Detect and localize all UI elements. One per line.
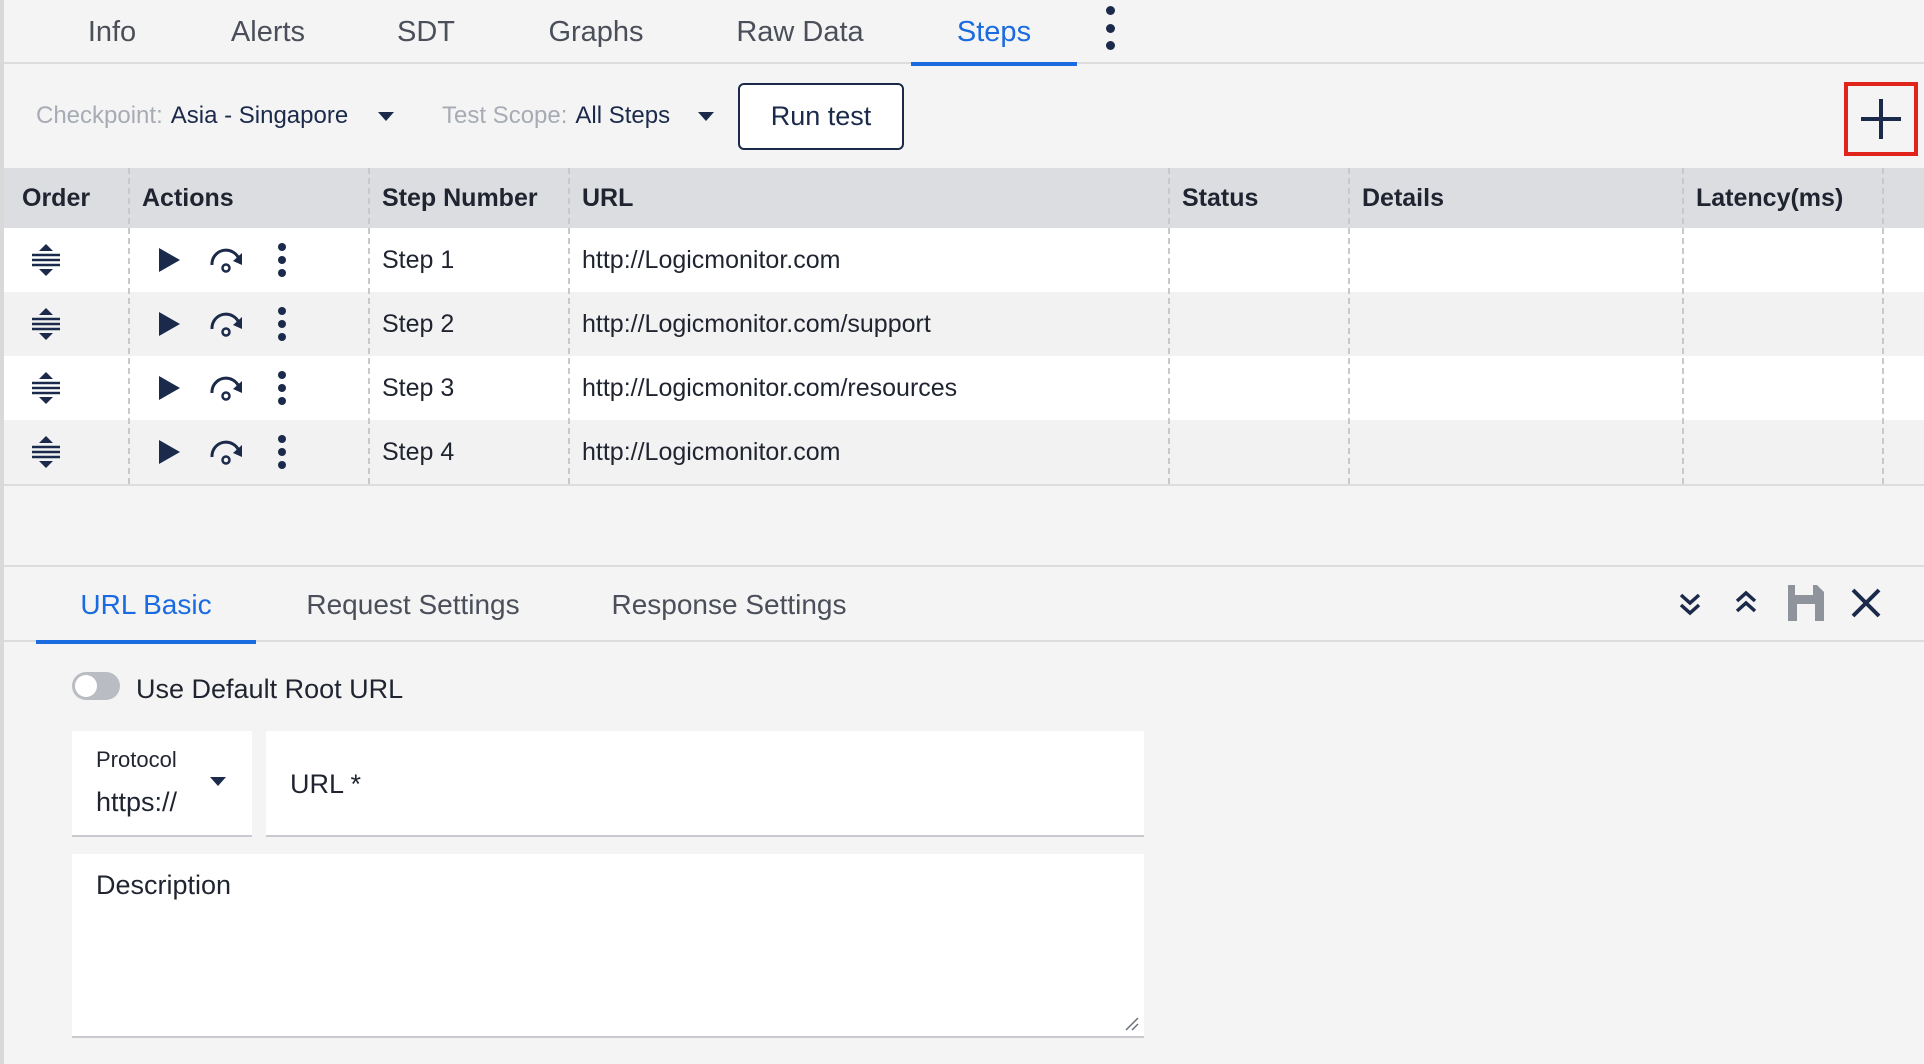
protocol-value: https:// [96,787,178,817]
checkpoint-label: Checkpoint: [36,102,163,129]
reorder-icon[interactable] [28,434,64,470]
more-vertical-icon[interactable] [277,371,287,405]
redo-icon[interactable] [208,435,244,469]
chevron-down-icon [210,777,226,786]
tab-raw-data[interactable]: Raw Data [720,0,880,64]
play-icon[interactable] [156,310,182,338]
tab-response-settings[interactable]: Response Settings [584,567,874,642]
play-icon[interactable] [156,438,182,466]
row-selection-indicator [0,296,4,352]
tab-url-basic[interactable]: URL Basic [36,567,256,644]
resize-handle-icon[interactable] [1124,1016,1140,1032]
redo-icon[interactable] [208,371,244,405]
column-divider [128,168,130,484]
tab-request-settings[interactable]: Request Settings [286,567,540,642]
column-header-order[interactable]: Order [22,168,90,228]
chevron-down-icon [698,111,715,121]
url-placeholder: URL * [290,769,362,799]
url-cell: http://Logicmonitor.com/support [582,309,931,338]
add-step-button[interactable] [1844,82,1918,156]
expand-all-icon[interactable] [1677,591,1703,619]
step-number-cell: Step 3 [382,373,455,402]
table-row[interactable]: Step 3 http://Logicmonitor.com/resources [4,356,1924,420]
table-bottom-border [4,484,1924,486]
use-default-root-url-toggle[interactable] [72,672,120,700]
more-tabs-icon[interactable] [1098,6,1122,50]
redo-icon[interactable] [208,243,244,277]
column-divider [1348,168,1350,484]
column-header-status[interactable]: Status [1182,168,1258,228]
url-cell: http://Logicmonitor.com/resources [582,373,958,402]
tab-graphs[interactable]: Graphs [531,0,661,64]
checkpoint-value: Asia - Singapore [170,102,349,129]
column-header-latency[interactable]: Latency(ms) [1696,168,1843,228]
column-divider [1168,168,1170,484]
tab-info[interactable]: Info [62,0,162,64]
reorder-icon[interactable] [28,242,64,278]
test-scope-label: Test Scope: [442,102,568,129]
close-icon[interactable] [1849,586,1883,620]
steps-table: Order Actions Step Number URL Status Det… [4,168,1924,484]
tab-sdt[interactable]: SDT [381,0,471,64]
play-icon[interactable] [156,374,182,402]
column-divider [368,168,370,484]
url-cell: http://Logicmonitor.com [582,437,841,466]
column-header-step-number[interactable]: Step Number [382,168,538,228]
plus-icon [1861,99,1901,139]
more-vertical-icon[interactable] [277,243,287,277]
table-header: Order Actions Step Number URL Status Det… [4,168,1924,228]
url-cell: http://Logicmonitor.com [582,245,841,274]
panel-tab-bar: URL Basic Request Settings Response Sett… [4,567,1924,644]
description-placeholder: Description [96,870,232,900]
more-vertical-icon[interactable] [277,307,287,341]
step-number-cell: Step 2 [382,309,455,338]
table-row[interactable]: Step 1 http://Logicmonitor.com [4,228,1924,292]
protocol-label: Protocol [96,747,177,772]
table-row[interactable]: Step 2 http://Logicmonitor.com/support [4,292,1924,356]
collapse-all-icon[interactable] [1733,589,1759,617]
test-scope-select[interactable]: Test Scope: All Steps [442,102,715,130]
top-tab-bar: Info Alerts SDT Graphs Raw Data Steps [4,0,1924,66]
column-divider [1882,168,1884,484]
column-header-actions[interactable]: Actions [142,168,234,228]
column-divider [1682,168,1684,484]
toolbar: Checkpoint: Asia - Singapore Test Scope:… [4,66,1924,168]
test-scope-value: All Steps [575,102,671,129]
tab-alerts[interactable]: Alerts [213,0,323,64]
column-divider [568,168,570,484]
column-header-url[interactable]: URL [582,168,633,228]
redo-icon[interactable] [208,307,244,341]
description-field[interactable]: Description [72,854,1144,1038]
chevron-down-icon [378,111,395,121]
checkpoint-select[interactable]: Checkpoint: Asia - Singapore [36,102,395,130]
save-icon[interactable] [1785,582,1827,624]
protocol-select[interactable]: Protocol https:// [72,731,252,837]
step-number-cell: Step 4 [382,437,455,466]
table-row[interactable]: Step 4 http://Logicmonitor.com [4,420,1924,484]
tab-steps[interactable]: Steps [911,0,1077,66]
step-number-cell: Step 1 [382,245,455,274]
use-default-root-url-label: Use Default Root URL [136,674,404,704]
reorder-icon[interactable] [28,306,64,342]
steps-page: Info Alerts SDT Graphs Raw Data Steps Ch… [0,0,1924,1064]
column-header-details[interactable]: Details [1362,168,1444,228]
run-test-button[interactable]: Run test [738,83,904,150]
reorder-icon[interactable] [28,370,64,406]
play-icon[interactable] [156,246,182,274]
more-vertical-icon[interactable] [277,435,287,469]
url-field[interactable]: URL * [266,731,1144,837]
